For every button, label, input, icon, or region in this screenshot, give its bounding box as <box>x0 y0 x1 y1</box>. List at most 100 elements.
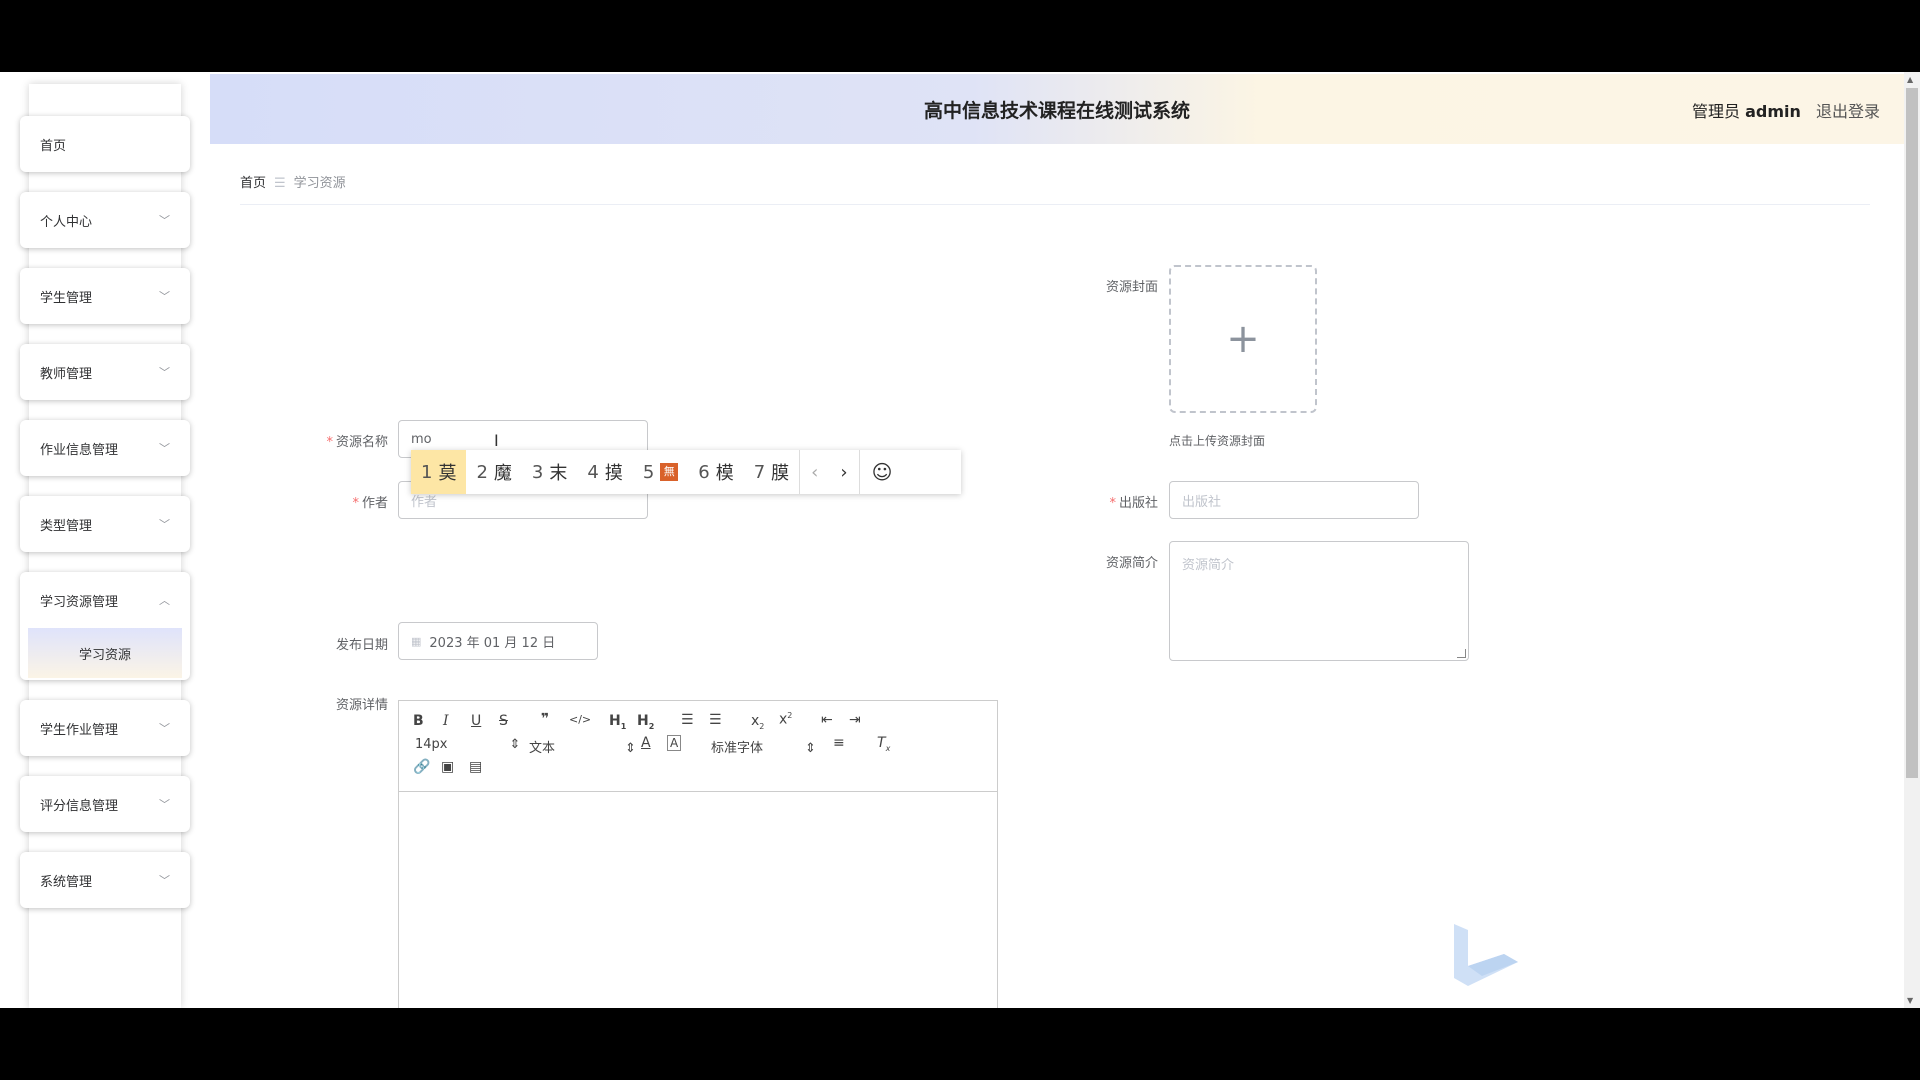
sidebar-item-system-management[interactable]: 系统管理 ﹀ <box>20 852 190 908</box>
chevron-down-icon: ﹀ <box>159 366 170 379</box>
top-header: 高中信息技术课程在线测试系统 管理员 admin 退出登录 <box>210 74 1904 144</box>
heading2-icon[interactable]: H2 <box>637 713 654 731</box>
intro-textarea[interactable]: 资源简介 <box>1169 541 1469 661</box>
breadcrumb-separator-icon: ☰ <box>274 176 286 191</box>
sidebar-subitem-learning-resource[interactable]: 学习资源 <box>28 628 182 678</box>
name-label: * 资源名称 <box>326 435 388 450</box>
chevron-up-icon: ︿ <box>159 594 170 607</box>
ime-candidate[interactable]: 7膜 <box>744 450 799 494</box>
ime-candidate[interactable]: 1莫 <box>411 450 467 494</box>
code-block-icon[interactable]: </> <box>569 713 591 726</box>
publisher-label: * 出版社 <box>1109 496 1158 511</box>
intro-label: 资源简介 <box>1105 556 1158 571</box>
chevron-right-icon[interactable]: › <box>829 462 858 483</box>
chevron-down-icon: ﹀ <box>159 290 170 303</box>
publisher-input[interactable]: 出版社 <box>1169 481 1419 519</box>
bullet-list-icon[interactable]: ☰ <box>709 712 722 728</box>
select-arrows-icon: ⇕ <box>509 737 521 752</box>
detail-label: 资源详情 <box>335 698 388 713</box>
sidebar-item-label: 学习资源管理 <box>40 594 119 610</box>
scrollbar-thumb[interactable] <box>1906 88 1918 778</box>
bold-icon[interactable]: B <box>413 713 424 729</box>
italic-icon[interactable]: I <box>443 713 449 729</box>
chevron-down-icon: ﹀ <box>159 798 170 811</box>
breadcrumb: 首页 ☰ 学习资源 <box>240 172 346 191</box>
background-color-icon[interactable]: A <box>667 735 682 751</box>
plus-icon: + <box>1226 316 1260 362</box>
block-format-select[interactable]: 文本 ⇕ <box>529 737 636 756</box>
sidebar-item-label: 学生管理 <box>40 290 93 306</box>
logout-link[interactable]: 退出登录 <box>1816 102 1880 121</box>
text-cursor-icon: I <box>494 431 499 450</box>
cover-upload-button[interactable]: + <box>1169 265 1317 413</box>
calendar-icon: ▦ <box>411 634 422 648</box>
align-icon[interactable]: ≡ <box>833 735 845 751</box>
editor-toolbar: B I U S ❞ </> H1 H2 ☰ ☰ x2 x2 ⇤ ⇥ 14px ⇕ … <box>399 701 997 792</box>
cover-upload-tip: 点击上传资源封面 <box>1169 434 1266 448</box>
strikethrough-icon[interactable]: S <box>499 713 508 729</box>
superscript-icon[interactable]: x2 <box>779 711 792 728</box>
ime-candidate-window: 1莫 2魔 3末 4摸 5無 6模 7膜 ‹ › ☺ <box>411 450 961 494</box>
sidebar-item-label: 个人中心 <box>40 214 93 230</box>
select-arrows-icon: ⇕ <box>805 741 816 756</box>
scroll-down-arrow-icon[interactable]: ▼ <box>1907 996 1913 1005</box>
ime-page-nav: ‹ › <box>799 450 858 494</box>
date-picker[interactable]: ▦ 2023 年 01 月 12 日 <box>398 622 598 660</box>
app-window: 首页 个人中心 ﹀ 学生管理 ﹀ 教师管理 ﹀ 作业信息管理 ﹀ 类型管理 ﹀ 学习资源管… <box>0 72 1920 1008</box>
resize-handle-icon[interactable] <box>1457 649 1466 658</box>
sidebar-item-student-management[interactable]: 学生管理 ﹀ <box>20 268 190 324</box>
rich-text-editor: B I U S ❞ </> H1 H2 ☰ ☰ x2 x2 ⇤ ⇥ 14px ⇕ … <box>398 700 998 1008</box>
divider <box>240 204 1870 205</box>
sidebar-item-home[interactable]: 首页 <box>20 116 190 172</box>
sidebar-item-label: 首页 <box>40 138 67 154</box>
sidebar-item-learning-resource-management[interactable]: 学习资源管理 ︿ 学习资源 <box>20 572 190 680</box>
sidebar-item-label: 学生作业管理 <box>40 722 119 738</box>
date-label: 发布日期 <box>335 638 388 653</box>
select-arrows-icon: ⇕ <box>625 741 636 756</box>
clear-format-icon[interactable]: Tx <box>877 735 890 753</box>
font-size-select[interactable]: 14px ⇕ <box>415 737 520 752</box>
sidebar-item-homework-info[interactable]: 作业信息管理 ﹀ <box>20 420 190 476</box>
breadcrumb-current: 学习资源 <box>293 176 346 191</box>
sidebar-item-personal-center[interactable]: 个人中心 ﹀ <box>20 192 190 248</box>
system-title: 高中信息技术课程在线测试系统 <box>923 100 1190 122</box>
ime-candidate[interactable]: 6模 <box>688 450 743 494</box>
subscript-icon[interactable]: x2 <box>751 713 764 731</box>
link-icon[interactable]: 🔗 <box>413 759 430 775</box>
image-icon[interactable]: ▣ <box>441 759 454 775</box>
sidebar-item-label: 教师管理 <box>40 366 93 382</box>
chevron-down-icon: ﹀ <box>159 214 170 227</box>
indent-icon[interactable]: ⇥ <box>849 712 861 728</box>
font-color-icon[interactable]: A <box>641 735 651 751</box>
cover-label: 资源封面 <box>1105 280 1158 295</box>
scroll-up-arrow-icon[interactable]: ▲ <box>1907 75 1913 84</box>
breadcrumb-home[interactable]: 首页 <box>240 176 266 191</box>
chevron-down-icon: ﹀ <box>159 442 170 455</box>
ime-candidate[interactable]: 4摸 <box>577 450 632 494</box>
heading1-icon[interactable]: H1 <box>609 713 626 731</box>
blockquote-icon[interactable]: ❞ <box>541 711 549 727</box>
chevron-down-icon: ﹀ <box>159 722 170 735</box>
username: admin <box>1745 102 1801 121</box>
user-role: 管理员 <box>1691 102 1740 121</box>
ime-candidate[interactable]: 3末 <box>522 450 577 494</box>
sidebar-item-type-management[interactable]: 类型管理 ﹀ <box>20 496 190 552</box>
author-label: * 作者 <box>352 496 388 511</box>
font-family-select[interactable]: 标准字体 ⇕ <box>711 737 816 756</box>
ime-candidate[interactable]: 2魔 <box>466 450 521 494</box>
chevron-down-icon: ﹀ <box>159 874 170 887</box>
outdent-icon[interactable]: ⇤ <box>821 712 833 728</box>
sidebar-item-label: 类型管理 <box>40 518 93 534</box>
sidebar-item-student-homework[interactable]: 学生作业管理 ﹀ <box>20 700 190 756</box>
sidebar-item-score-info[interactable]: 评分信息管理 ﹀ <box>20 776 190 832</box>
user-info: 管理员 admin 退出登录 <box>1692 98 1880 122</box>
underline-icon[interactable]: U <box>471 713 481 729</box>
chevron-left-icon[interactable]: ‹ <box>800 462 829 483</box>
smiley-icon[interactable]: ☺ <box>858 450 905 494</box>
ordered-list-icon[interactable]: ☰ <box>681 712 694 728</box>
sidebar-item-teacher-management[interactable]: 教师管理 ﹀ <box>20 344 190 400</box>
watermark-logo-icon <box>1454 924 1518 986</box>
sidebar-item-label: 评分信息管理 <box>40 798 119 814</box>
video-icon[interactable]: ▤ <box>469 759 482 775</box>
ime-candidate[interactable]: 5無 <box>633 450 688 494</box>
